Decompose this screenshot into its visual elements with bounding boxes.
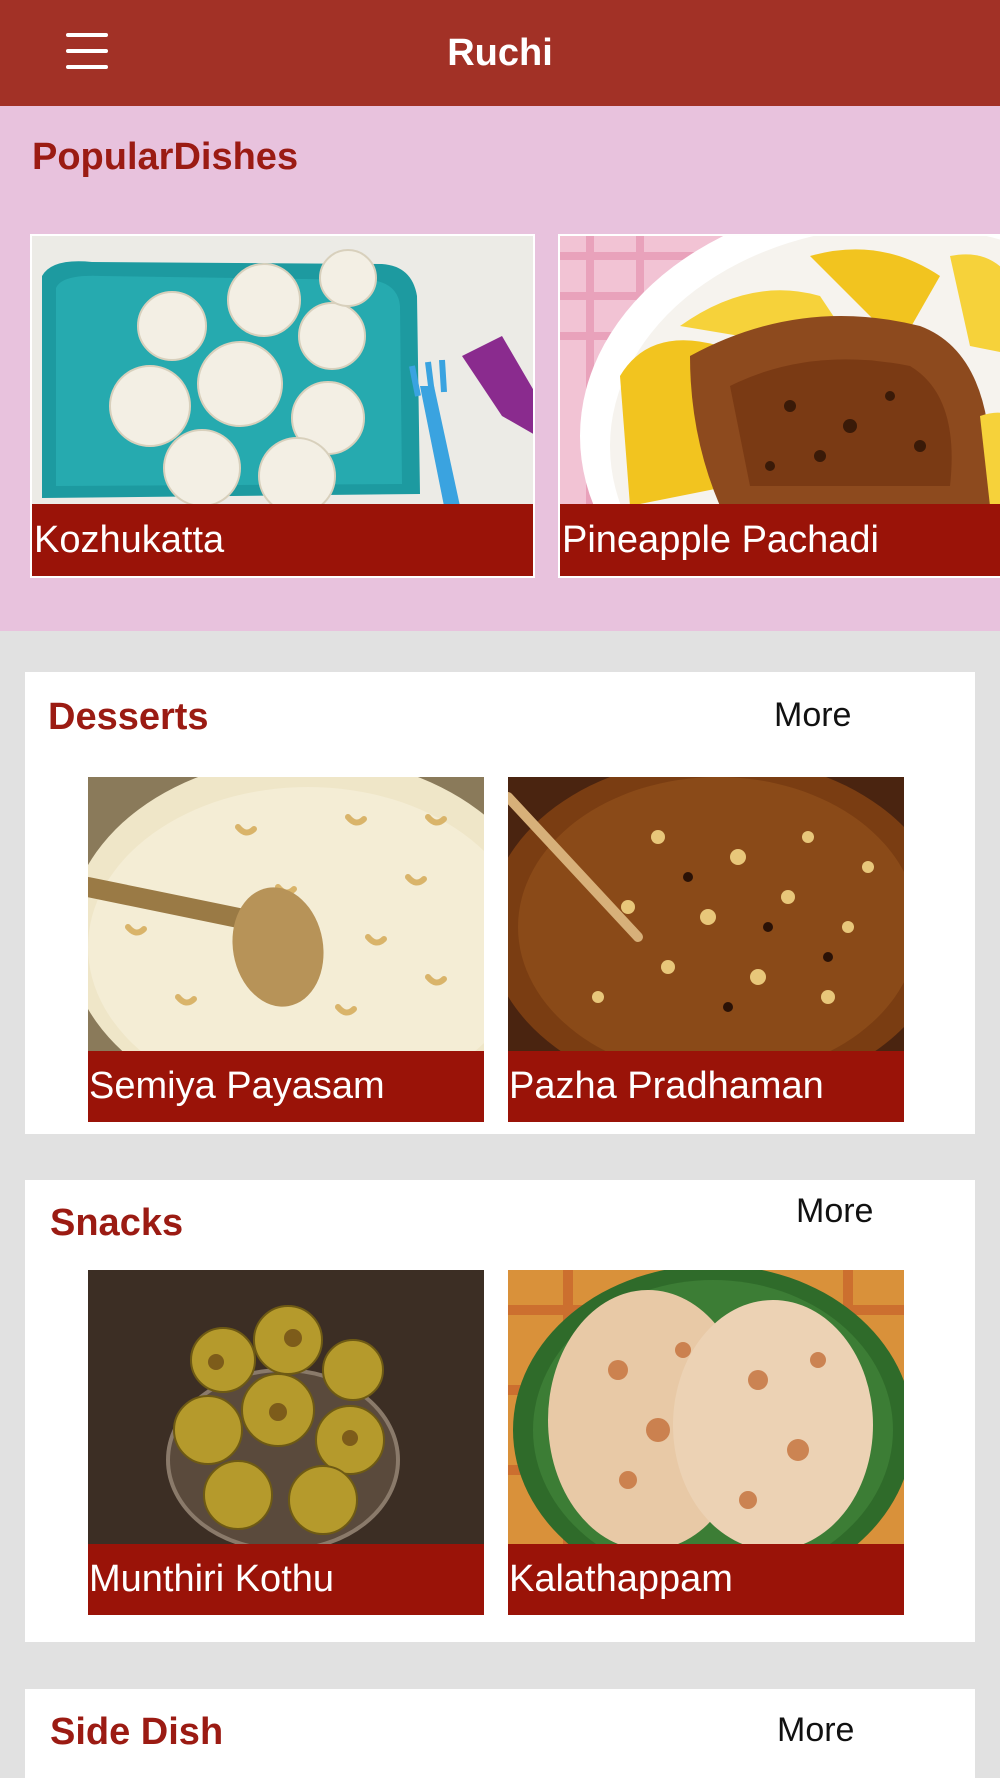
dish-image: [508, 777, 904, 1051]
menu-line: [66, 49, 108, 53]
dish-image: [88, 777, 484, 1051]
category-title: Snacks: [50, 1202, 184, 1244]
menu-line: [66, 33, 108, 37]
app-screen: Ruchi PopularDishes Kozhukatta Pineapple…: [0, 0, 1000, 1778]
menu-line: [66, 65, 108, 69]
popular-dish-card[interactable]: Kozhukatta: [30, 234, 535, 578]
category-title: Desserts: [48, 696, 209, 738]
category-card-desserts: Desserts More Semiya Payasam Pazha Pradh…: [25, 672, 975, 1134]
more-button[interactable]: More: [774, 696, 851, 735]
dish-card[interactable]: Semiya Payasam: [88, 777, 484, 1122]
popular-dish-card[interactable]: Pineapple Pachadi: [558, 234, 1000, 578]
more-button[interactable]: More: [777, 1711, 854, 1750]
dish-label: Kalathappam: [508, 1544, 904, 1615]
dish-card[interactable]: Munthiri Kothu: [88, 1270, 484, 1615]
dish-card[interactable]: Kalathappam: [508, 1270, 904, 1615]
dish-image: [32, 236, 533, 506]
category-card-side-dish: Side Dish More: [25, 1689, 975, 1778]
dish-image: [88, 1270, 484, 1544]
dish-label: Pazha Pradhaman: [508, 1051, 904, 1122]
more-button[interactable]: More: [796, 1192, 873, 1231]
dish-label: Kozhukatta: [32, 504, 533, 576]
popular-dishes-section: PopularDishes Kozhukatta Pineapple Pacha…: [0, 106, 1000, 631]
category-title: Side Dish: [50, 1711, 224, 1753]
category-card-snacks: Snacks More Munthiri Kothu Kalathappam: [25, 1180, 975, 1642]
hamburger-menu-icon[interactable]: [66, 30, 108, 72]
top-navigation-bar: Ruchi: [0, 0, 1000, 106]
dish-label: Pineapple Pachadi: [560, 504, 1000, 576]
dish-image: [508, 1270, 904, 1544]
dish-card[interactable]: Pazha Pradhaman: [508, 777, 904, 1122]
popular-dishes-title: PopularDishes: [32, 136, 299, 178]
dish-label: Munthiri Kothu: [88, 1544, 484, 1615]
app-title: Ruchi: [447, 31, 553, 74]
dish-label: Semiya Payasam: [88, 1051, 484, 1122]
dish-image: [560, 236, 1000, 506]
